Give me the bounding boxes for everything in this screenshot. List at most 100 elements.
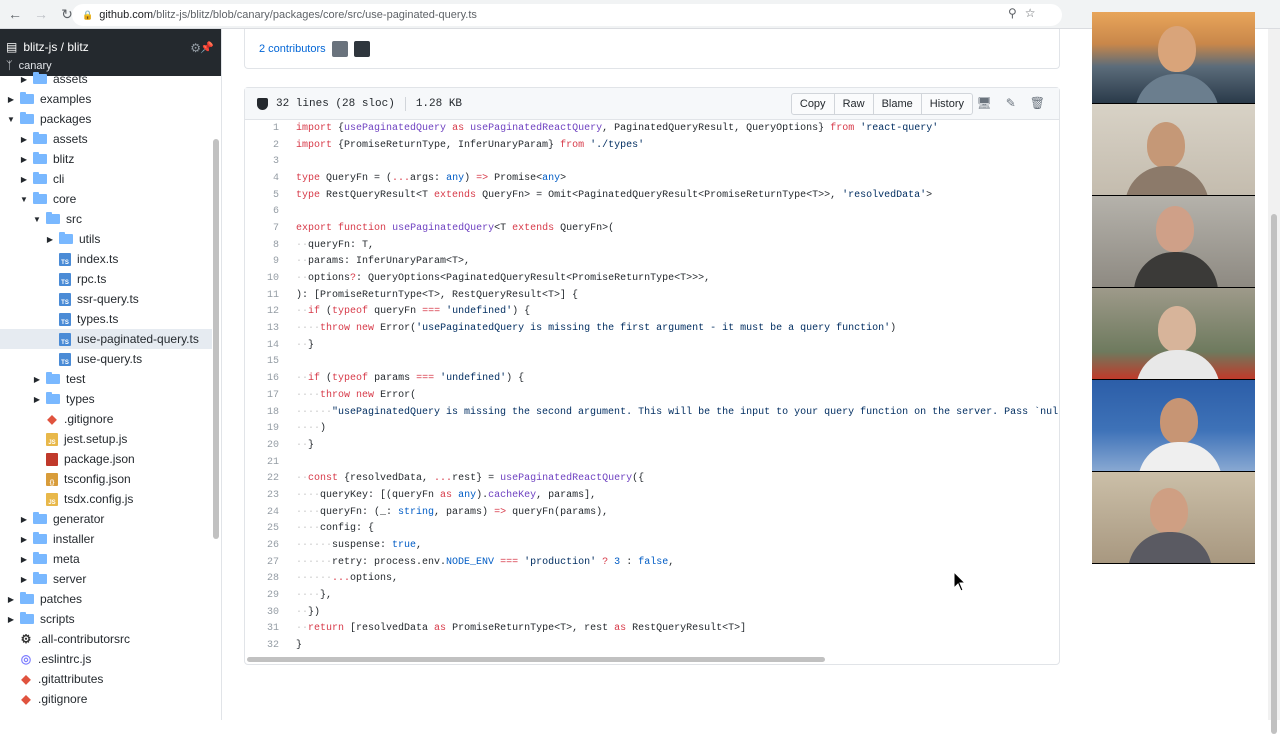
line-number[interactable]: 24 bbox=[245, 507, 279, 518]
contributors[interactable]: 2 contributors bbox=[259, 41, 370, 57]
line-number[interactable]: 7 bbox=[245, 223, 279, 234]
line-number[interactable]: 14 bbox=[245, 340, 279, 351]
line-number[interactable]: 20 bbox=[245, 440, 279, 451]
pencil-icon[interactable]: ✎ bbox=[1006, 96, 1016, 111]
avatar[interactable] bbox=[331, 41, 348, 57]
address-bar[interactable]: 🔒 github.com/blitz-js/blitz/blob/canary/… bbox=[72, 4, 1062, 26]
tree-folder[interactable]: ▼ core bbox=[0, 189, 212, 209]
tree-folder[interactable]: ▶ cli bbox=[0, 169, 212, 189]
line-number[interactable]: 12 bbox=[245, 306, 279, 317]
pin-icon[interactable]: 📌 bbox=[200, 41, 214, 54]
tree-folder[interactable]: ▶ generator bbox=[0, 509, 212, 529]
line-number[interactable]: 21 bbox=[245, 457, 279, 468]
caret-right-icon[interactable]: ▶ bbox=[19, 135, 29, 144]
caret-right-icon[interactable]: ▶ bbox=[6, 95, 16, 104]
blame-button[interactable]: Blame bbox=[872, 93, 922, 115]
tree-folder[interactable]: ▶ test bbox=[0, 369, 212, 389]
line-number[interactable]: 9 bbox=[245, 256, 279, 267]
line-number[interactable]: 26 bbox=[245, 540, 279, 551]
caret-right-icon[interactable]: ▶ bbox=[32, 375, 42, 384]
line-number[interactable]: 17 bbox=[245, 390, 279, 401]
zoom-icon[interactable]: ⚲ bbox=[1008, 6, 1017, 20]
tree-folder[interactable]: ▶ server bbox=[0, 569, 212, 589]
tree-folder[interactable]: ▶ meta bbox=[0, 549, 212, 569]
tree-file[interactable]: JS jest.setup.js bbox=[0, 429, 212, 449]
tree-folder[interactable]: ▶ utils bbox=[0, 229, 212, 249]
raw-button[interactable]: Raw bbox=[833, 93, 874, 115]
tree-file[interactable]: JS tsdx.config.js bbox=[0, 489, 212, 509]
caret-right-icon[interactable]: ▶ bbox=[45, 235, 55, 244]
caret-right-icon[interactable]: ▶ bbox=[19, 575, 29, 584]
line-number[interactable]: 4 bbox=[245, 173, 279, 184]
contributors-label[interactable]: 2 contributors bbox=[259, 43, 326, 55]
line-number[interactable]: 22 bbox=[245, 473, 279, 484]
tree-file[interactable]: {} tsconfig.json bbox=[0, 469, 212, 489]
page-scrollbar[interactable] bbox=[1268, 29, 1280, 734]
tree-file[interactable]: TS index.ts bbox=[0, 249, 212, 269]
caret-down-icon[interactable]: ▼ bbox=[6, 115, 16, 124]
sidebar-scrollbar[interactable] bbox=[213, 139, 219, 539]
line-number[interactable]: 29 bbox=[245, 590, 279, 601]
line-number[interactable]: 1 bbox=[245, 123, 279, 134]
caret-right-icon[interactable]: ▶ bbox=[19, 555, 29, 564]
line-number[interactable]: 30 bbox=[245, 607, 279, 618]
line-number[interactable]: 2 bbox=[245, 140, 279, 151]
caret-right-icon[interactable]: ▶ bbox=[19, 175, 29, 184]
tree-folder[interactable]: ▶ assets bbox=[0, 69, 212, 89]
tree-file[interactable]: package.json bbox=[0, 449, 212, 469]
desktop-icon[interactable]: 🖥 bbox=[976, 96, 991, 111]
tree-file[interactable]: TS ssr-query.ts bbox=[0, 289, 212, 309]
caret-right-icon[interactable]: ▶ bbox=[6, 615, 16, 624]
caret-right-icon[interactable]: ▶ bbox=[19, 75, 29, 84]
line-number[interactable]: 23 bbox=[245, 490, 279, 501]
line-number[interactable]: 13 bbox=[245, 323, 279, 334]
tree-file[interactable]: ◎ .eslintrc.js bbox=[0, 649, 212, 669]
caret-right-icon[interactable]: ▶ bbox=[6, 595, 16, 604]
line-number[interactable]: 32 bbox=[245, 640, 279, 650]
line-number[interactable]: 25 bbox=[245, 523, 279, 534]
line-number[interactable]: 6 bbox=[245, 206, 279, 217]
tree-file[interactable]: ◆ .gitattributes bbox=[0, 669, 212, 689]
repo-name[interactable]: blitz-js / blitz bbox=[23, 40, 88, 54]
tree-folder[interactable]: ▶ examples bbox=[0, 89, 212, 109]
tree-file[interactable]: ◆ .gitignore bbox=[0, 689, 212, 709]
tree-file[interactable]: TS use-paginated-query.ts bbox=[0, 329, 212, 349]
line-number[interactable]: 19 bbox=[245, 423, 279, 434]
trash-icon[interactable]: 🗑 bbox=[1030, 96, 1045, 111]
horizontal-scrollbar[interactable] bbox=[247, 657, 825, 662]
line-number[interactable]: 11 bbox=[245, 290, 279, 301]
tree-folder[interactable]: ▼ src bbox=[0, 209, 212, 229]
tree-folder[interactable]: ▼ packages bbox=[0, 109, 212, 129]
page-scrollbar-thumb[interactable] bbox=[1271, 214, 1277, 734]
caret-right-icon[interactable]: ▶ bbox=[32, 395, 42, 404]
tree-file[interactable]: ⚙ .all-contributorsrc bbox=[0, 629, 212, 649]
caret-right-icon[interactable]: ▶ bbox=[19, 515, 29, 524]
caret-right-icon[interactable]: ▶ bbox=[19, 535, 29, 544]
tree-file[interactable]: TS rpc.ts bbox=[0, 269, 212, 289]
forward-icon[interactable]: → bbox=[30, 3, 52, 25]
history-button[interactable]: History bbox=[920, 93, 973, 115]
line-number[interactable]: 3 bbox=[245, 156, 279, 167]
tree-folder[interactable]: ▶ scripts bbox=[0, 609, 212, 629]
line-number[interactable]: 27 bbox=[245, 557, 279, 568]
line-number[interactable]: 31 bbox=[245, 623, 279, 634]
bookmark-star-icon[interactable]: ☆ bbox=[1025, 6, 1036, 20]
tree-folder[interactable]: ▶ installer bbox=[0, 529, 212, 549]
tree-folder[interactable]: ▶ blitz bbox=[0, 149, 212, 169]
line-number[interactable]: 8 bbox=[245, 240, 279, 251]
line-number[interactable]: 10 bbox=[245, 273, 279, 284]
tree-file[interactable]: ◆ .gitignore bbox=[0, 409, 212, 429]
line-number[interactable]: 5 bbox=[245, 190, 279, 201]
tree-folder[interactable]: ▶ assets bbox=[0, 129, 212, 149]
line-number[interactable]: 16 bbox=[245, 373, 279, 384]
line-number[interactable]: 18 bbox=[245, 407, 279, 418]
caret-down-icon[interactable]: ▼ bbox=[19, 195, 29, 204]
copy-button[interactable]: Copy bbox=[790, 93, 835, 115]
tree-file[interactable]: TS types.ts bbox=[0, 309, 212, 329]
tree-folder[interactable]: ▶ patches bbox=[0, 589, 212, 609]
line-number[interactable]: 28 bbox=[245, 573, 279, 584]
tree-folder[interactable]: ▶ types bbox=[0, 389, 212, 409]
tree-file[interactable]: TS use-query.ts bbox=[0, 349, 212, 369]
caret-down-icon[interactable]: ▼ bbox=[32, 215, 42, 224]
caret-right-icon[interactable]: ▶ bbox=[19, 155, 29, 164]
